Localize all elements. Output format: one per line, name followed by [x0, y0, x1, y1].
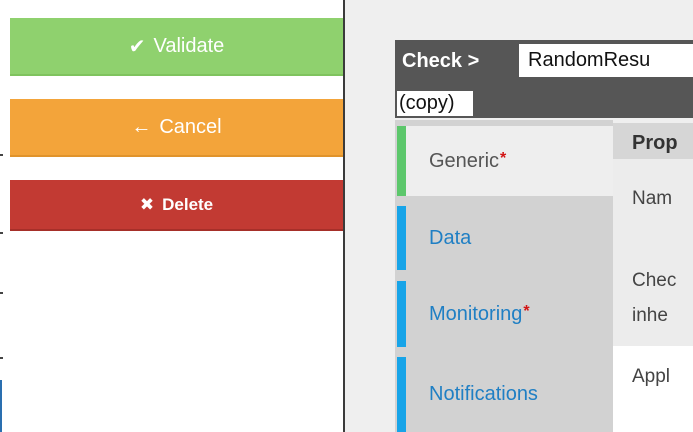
breadcrumb-section[interactable]: Check > [402, 50, 479, 73]
property-label-apply: Appl [632, 366, 671, 387]
breadcrumb-name-line2: (copy) [397, 91, 473, 116]
tab-monitoring[interactable]: Monitoring* [397, 281, 613, 347]
property-label-name: Nam [632, 188, 673, 209]
tab-notifications-label: Notifications [429, 383, 538, 405]
arrow-left-icon: ← [131, 115, 152, 138]
edge-mark [0, 292, 3, 294]
required-marker: * [523, 302, 530, 320]
tab-generic-label: Generic [429, 149, 500, 172]
tab-notifications[interactable]: Notifications [397, 357, 613, 432]
edge-accent [0, 380, 2, 432]
edge-mark [0, 357, 3, 359]
property-label-check: Chec [632, 270, 677, 291]
tab-accent-bar [397, 281, 406, 347]
tab-monitoring-label: Monitoring [429, 302, 523, 325]
tab-generic[interactable]: Generic* [397, 126, 613, 196]
action-panel: ✔ Validate ← Cancel ✖ Delete [0, 0, 343, 432]
required-marker: * [500, 149, 507, 167]
delete-label: Delete [162, 194, 214, 214]
tab-accent-bar [397, 357, 406, 432]
validate-label: Validate [153, 34, 225, 57]
tab-accent-bar [397, 206, 406, 270]
validate-button[interactable]: ✔ Validate [10, 18, 343, 76]
property-label-inherit: inhe [632, 305, 668, 326]
check-icon: ✔ [128, 35, 146, 58]
properties-row-alt [613, 346, 693, 432]
edge-mark [0, 232, 3, 234]
close-icon: ✖ [139, 194, 155, 214]
tab-data[interactable]: Data [397, 206, 613, 270]
delete-button[interactable]: ✖ Delete [10, 180, 343, 231]
properties-title: Prop [632, 132, 678, 154]
breadcrumb-name-line1: RandomResu [519, 44, 693, 77]
edge-mark [0, 154, 3, 156]
tab-accent-bar [397, 126, 406, 196]
cancel-button[interactable]: ← Cancel [10, 99, 343, 157]
cancel-label: Cancel [159, 115, 222, 138]
tab-data-label: Data [429, 226, 472, 249]
